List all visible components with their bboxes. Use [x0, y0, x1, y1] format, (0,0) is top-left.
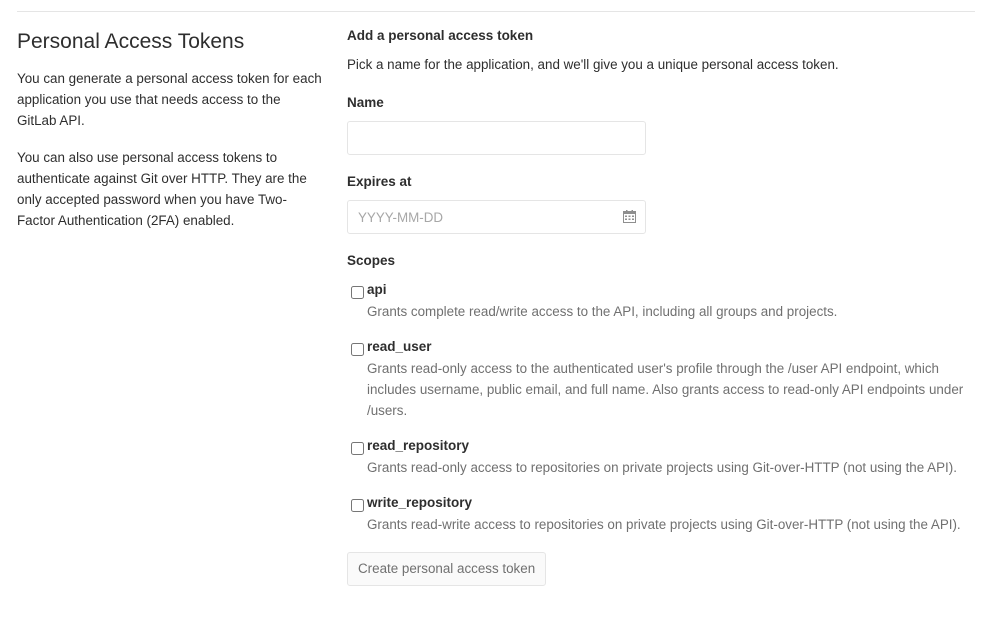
scopes-label: Scopes — [347, 253, 396, 268]
page-title: Personal Access Tokens — [17, 30, 245, 53]
form-description: Pick a name for the application, and we'… — [347, 57, 839, 72]
scope-api: api Grants complete read/write access to… — [347, 280, 972, 322]
expires-date-picker[interactable] — [347, 200, 646, 234]
git-http-paragraph: You can also use personal access tokens … — [17, 150, 307, 228]
sidebar-description: Personal Access Tokens You can generate … — [17, 28, 322, 247]
scope-read-user-checkbox[interactable] — [351, 343, 364, 356]
name-input[interactable] — [347, 121, 646, 155]
scopes-group: Scopes api Grants complete read/write ac… — [347, 251, 972, 535]
scope-read-repository: read_repository Grants read-only access … — [347, 436, 972, 478]
create-token-button[interactable]: Create personal access token — [347, 552, 547, 586]
form-title: Add a personal access token — [347, 28, 534, 43]
scope-description: Grants read-only access to the authentic… — [367, 361, 964, 418]
scope-description: Grants read-write access to repositories… — [367, 517, 961, 532]
scope-api-checkbox[interactable] — [351, 286, 364, 299]
scope-read-user: read_user Grants read-only access to the… — [347, 337, 972, 421]
scope-name[interactable]: write_repository — [367, 493, 972, 513]
scope-description: Grants complete read/write access to the… — [367, 304, 838, 319]
scope-name[interactable]: read_repository — [367, 436, 972, 456]
expires-label: Expires at — [347, 174, 412, 189]
scope-write-repository: write_repository Grants read-write acces… — [347, 493, 972, 535]
name-group: Name — [347, 93, 972, 155]
scope-name[interactable]: api — [367, 280, 972, 300]
scope-read-repository-checkbox[interactable] — [351, 442, 364, 455]
scope-write-repository-checkbox[interactable] — [351, 499, 364, 512]
scope-description: Grants read-only access to repositories … — [367, 460, 957, 475]
scope-name[interactable]: read_user — [367, 337, 972, 357]
calendar-icon[interactable] — [623, 210, 636, 223]
token-form: Add a personal access token Pick a name … — [347, 26, 972, 586]
actions: Create personal access token — [347, 552, 972, 586]
expires-input[interactable] — [347, 200, 646, 234]
intro-paragraph: You can generate a personal access token… — [17, 71, 322, 128]
name-label: Name — [347, 95, 384, 110]
expires-group: Expires at — [347, 172, 972, 234]
top-divider — [17, 11, 975, 12]
